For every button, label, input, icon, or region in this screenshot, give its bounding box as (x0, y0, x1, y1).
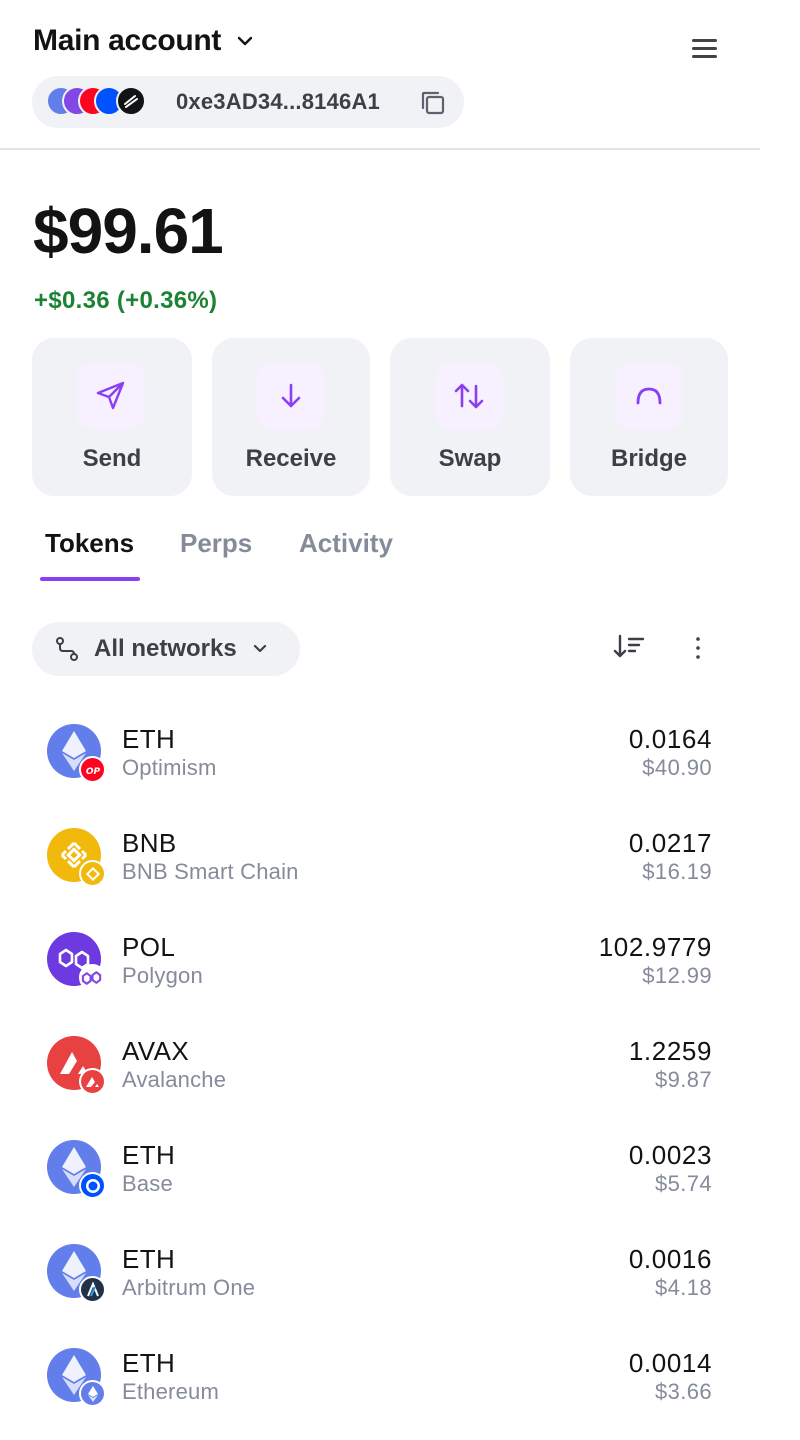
token-fiat-value: $9.87 (654, 1067, 712, 1092)
token-network: Ethereum (122, 1379, 219, 1404)
swap-button[interactable]: Swap (390, 338, 550, 496)
token-network: Optimism (122, 755, 217, 780)
token-fiat-value: $16.19 (642, 859, 712, 884)
svg-text:OP: OP (85, 767, 100, 776)
token-row[interactable]: OP ETH Optimism 0.0164 $40.90 (0, 700, 760, 804)
token-row[interactable]: ETH Base 0.0023 $5.74 (0, 1116, 760, 1220)
bridge-label: Bridge (610, 445, 687, 472)
token-symbol: ETH (122, 724, 176, 754)
receive-button[interactable]: Receive (212, 338, 370, 496)
chevron-down-icon (251, 640, 269, 658)
ethereum-chain-icon (79, 1380, 106, 1407)
token-row[interactable]: AVAX Avalanche 1.2259 $9.87 (0, 1012, 760, 1116)
token-fiat-value: $4.18 (654, 1275, 712, 1300)
token-amount: 0.0014 (628, 1348, 712, 1378)
token-symbol: ETH (122, 1244, 176, 1274)
receive-label: Receive (245, 445, 337, 472)
polygon-chain-icon (79, 964, 106, 991)
swap-arrows-icon (435, 362, 503, 430)
token-amount: 102.9779 (598, 932, 712, 962)
token-network: Avalanche (122, 1067, 227, 1092)
token-symbol: AVAX (122, 1036, 190, 1066)
account-header: Main account 0xe3AD34...8146A1 (0, 0, 760, 150)
active-tab-indicator (40, 577, 140, 581)
token-fiat-value: $3.66 (654, 1379, 712, 1404)
token-network: Base (122, 1171, 173, 1196)
sort-icon[interactable] (612, 632, 646, 662)
address-pill[interactable]: 0xe3AD34...8146A1 (32, 76, 464, 128)
swap-label: Swap (438, 445, 502, 472)
token-row[interactable]: POL Polygon 102.9779 $12.99 (0, 908, 760, 1012)
send-label: Send (82, 445, 142, 472)
balance-change: +$0.36 (+0.36%) (34, 287, 218, 314)
token-amount: 0.0023 (628, 1140, 712, 1170)
token-network: Polygon (122, 963, 203, 988)
tab-tokens[interactable]: Tokens (45, 528, 134, 582)
token-fiat-value: $5.74 (654, 1171, 712, 1196)
arbitrum-icon (79, 1276, 106, 1303)
token-symbol: ETH (122, 1348, 176, 1378)
token-amount: 0.0016 (628, 1244, 712, 1274)
network-route-icon (54, 636, 80, 662)
token-row[interactable]: ETH Ethereum 0.0014 $3.66 (0, 1324, 760, 1428)
bnb-chain-icon (79, 860, 106, 887)
token-row[interactable]: ETH Arbitrum One 0.0016 $4.18 (0, 1220, 760, 1324)
tab-perps[interactable]: Perps (180, 528, 252, 582)
avalanche-chain-icon (79, 1068, 106, 1095)
token-amount: 0.0217 (628, 828, 712, 858)
hamburger-menu-icon[interactable] (688, 34, 720, 62)
base-icon (79, 1172, 106, 1199)
token-amount: 0.0164 (628, 724, 712, 754)
bridge-button[interactable]: Bridge (570, 338, 728, 496)
send-button[interactable]: Send (32, 338, 192, 496)
token-network: Arbitrum One (122, 1275, 256, 1300)
token-symbol: BNB (122, 828, 177, 858)
tab-activity[interactable]: Activity (299, 528, 393, 582)
token-row[interactable]: BNB BNB Smart Chain 0.0217 $16.19 (0, 804, 760, 908)
token-amount: 1.2259 (628, 1036, 712, 1066)
token-fiat-value: $12.99 (642, 963, 712, 988)
more-options-icon[interactable] (688, 632, 708, 664)
token-fiat-value: $40.90 (642, 755, 712, 780)
network-filter-label: All networks (94, 635, 237, 662)
account-name: Main account (33, 24, 222, 57)
token-network: BNB Smart Chain (122, 859, 299, 884)
optimism-icon: OP (79, 756, 106, 783)
bridge-arc-icon (615, 362, 683, 430)
send-icon (77, 362, 145, 430)
network-filter-dropdown[interactable]: All networks (32, 622, 300, 676)
token-symbol: POL (122, 932, 176, 962)
wallet-address: 0xe3AD34...8146A1 (176, 89, 380, 114)
copy-icon[interactable] (418, 88, 448, 118)
linea-network-icon (116, 86, 146, 116)
chevron-down-icon (235, 31, 255, 51)
account-selector[interactable]: Main account (33, 24, 255, 58)
arrow-down-icon (257, 362, 325, 430)
total-balance: $99.61 (33, 195, 224, 267)
network-icons-stack (46, 86, 156, 118)
token-symbol: ETH (122, 1140, 176, 1170)
